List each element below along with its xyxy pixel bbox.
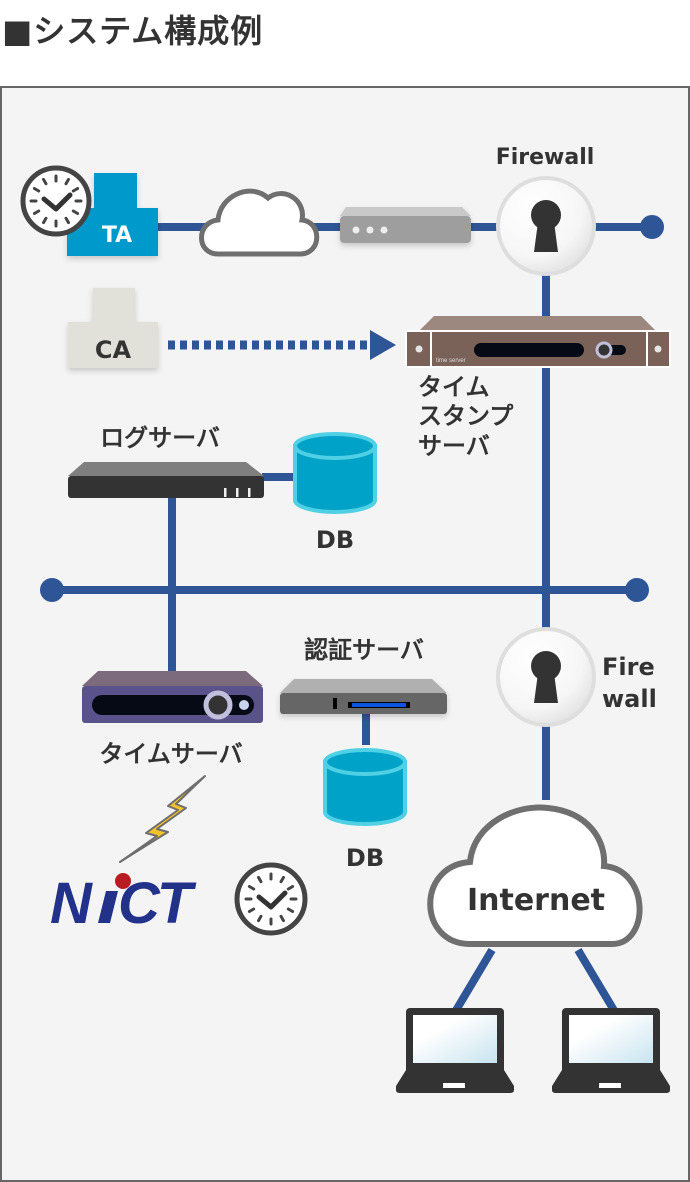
middle-bus-right-endpoint bbox=[625, 578, 649, 602]
auth-server-label: 認証サーバ bbox=[304, 636, 424, 664]
timestamp-server-label-line-3: サーバ bbox=[418, 432, 490, 460]
nict-clock-icon bbox=[234, 862, 308, 936]
laptop-icon bbox=[396, 1008, 514, 1093]
ta-label: TA bbox=[102, 223, 132, 248]
timestamp-server-device-text: time server bbox=[436, 358, 466, 364]
database-icon bbox=[293, 432, 377, 514]
clock-icon bbox=[20, 165, 92, 237]
system-diagram: TA Firewall CA time server タイム スタンプ サーバ … bbox=[20, 145, 671, 1093]
log-db-label: DB bbox=[316, 526, 354, 554]
database-icon bbox=[323, 748, 407, 826]
internet-client-left-line bbox=[451, 947, 496, 1015]
log-server-device bbox=[68, 462, 264, 498]
firewall-bottom-label-line-1: Fire bbox=[602, 653, 655, 681]
time-server-label: タイムサーバ bbox=[99, 740, 242, 768]
firewall-top-label: Firewall bbox=[496, 145, 595, 170]
nict-logo: N CT bbox=[50, 871, 200, 936]
ca-dotted-arrow bbox=[168, 330, 396, 360]
ca-label: CA bbox=[95, 336, 132, 364]
log-server-label: ログサーバ bbox=[100, 424, 220, 452]
time-server-device bbox=[82, 671, 263, 723]
router-icon bbox=[340, 207, 471, 243]
svg-text:CT: CT bbox=[118, 871, 197, 936]
middle-bus-left-endpoint bbox=[40, 578, 64, 602]
firewall-bottom-node bbox=[496, 627, 596, 727]
laptop-icon bbox=[552, 1008, 670, 1093]
internet-label: Internet bbox=[467, 883, 605, 918]
svg-text:N: N bbox=[50, 871, 93, 936]
auth-db-label: DB bbox=[346, 844, 384, 872]
top-bus-endpoint bbox=[640, 215, 664, 239]
firewall-top-node bbox=[496, 176, 596, 276]
internet-client-right-line bbox=[574, 947, 619, 1015]
timestamp-server-label-line-1: タイム bbox=[418, 373, 490, 401]
internet-cloud-icon bbox=[427, 804, 643, 947]
auth-server-device bbox=[280, 679, 447, 714]
cloud-icon bbox=[199, 188, 320, 257]
firewall-bottom-label-line-2: wall bbox=[602, 685, 657, 713]
lightning-bolt-icon bbox=[119, 775, 206, 863]
timestamp-server-label-line-2: スタンプ bbox=[418, 402, 514, 430]
